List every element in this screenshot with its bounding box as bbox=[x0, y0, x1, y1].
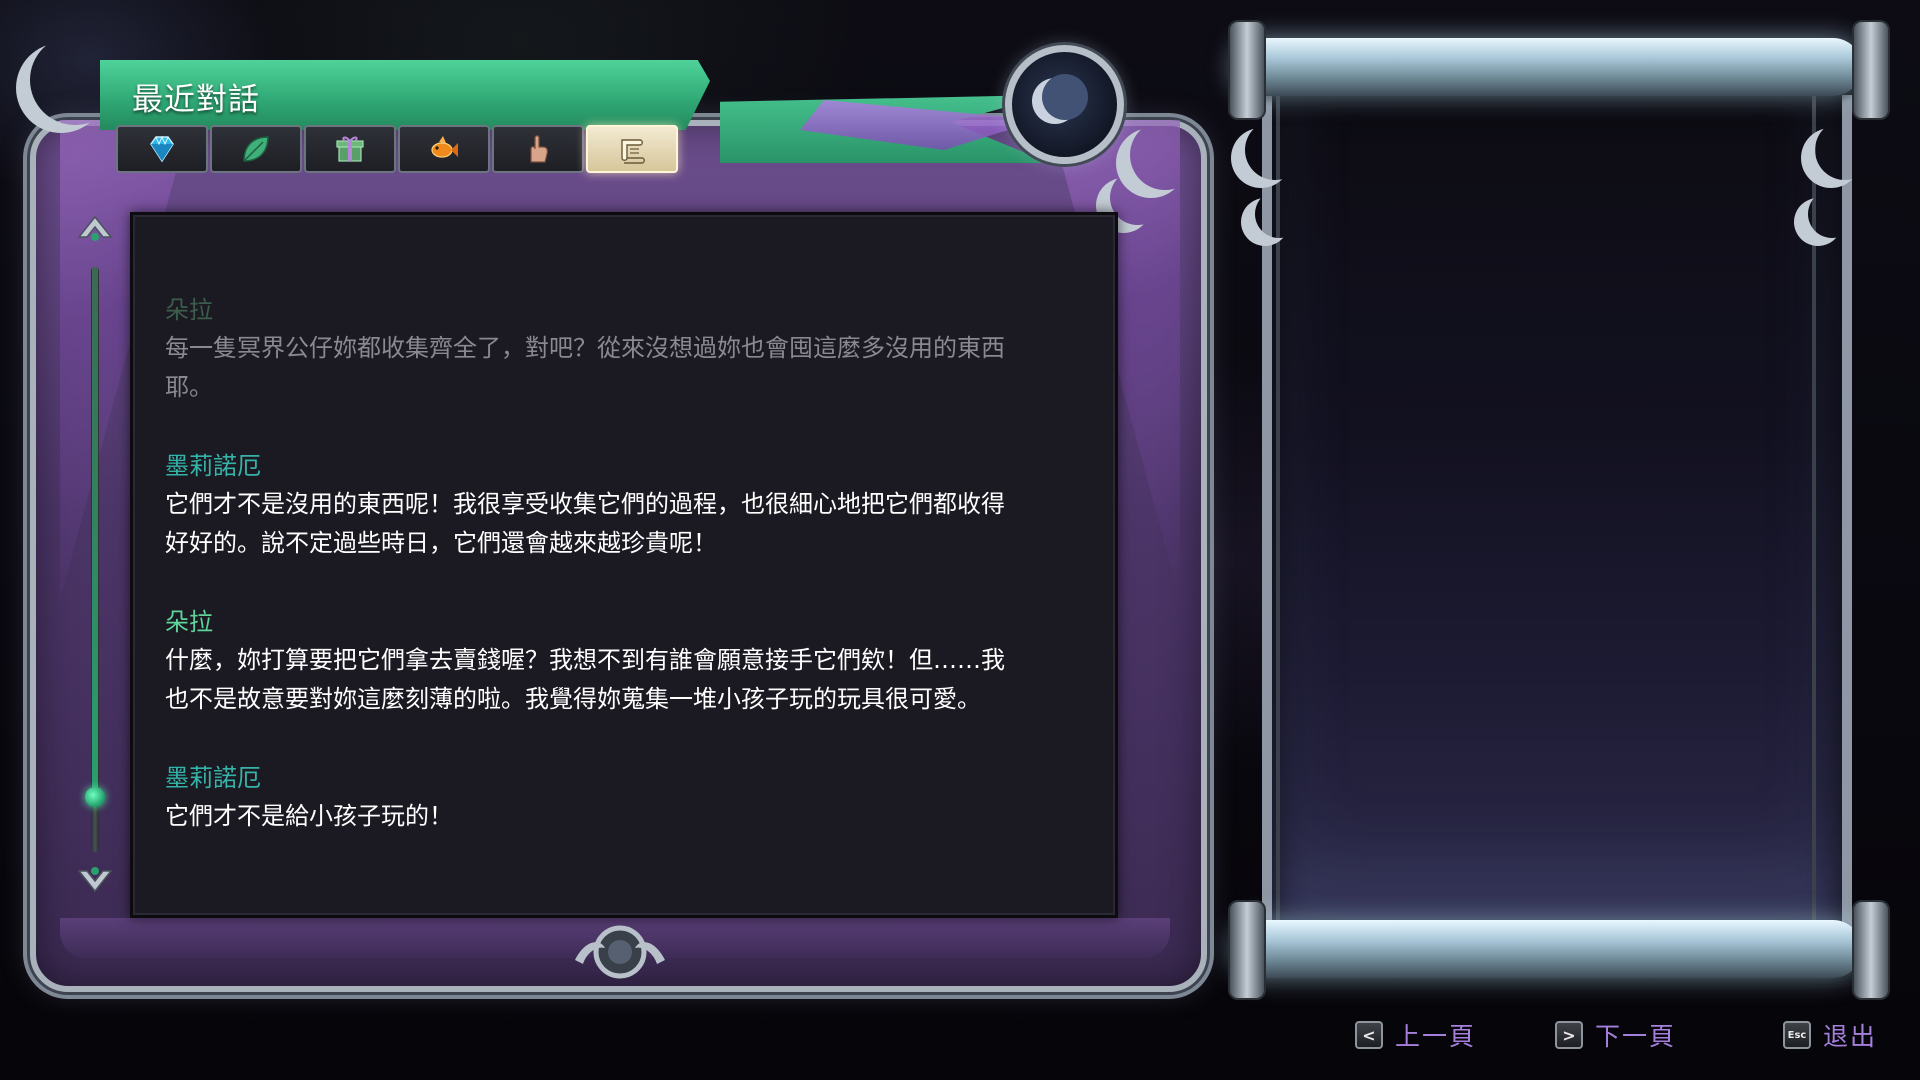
scroll-fill bbox=[92, 267, 98, 806]
dialogue-scrollbar[interactable] bbox=[70, 215, 120, 905]
speaker-name: 墨莉諾厄 bbox=[165, 764, 261, 792]
scroll-down-arrow-icon[interactable] bbox=[77, 863, 113, 893]
left-arrow-key-icon: < bbox=[1355, 1021, 1383, 1049]
rod-cap bbox=[1852, 900, 1890, 1000]
prev-page-label: 上一頁 bbox=[1395, 1022, 1477, 1051]
dialogue-line: 也不是故意要對妳這麼刻薄的啦。我覺得妳蒐集一堆小孩子玩的玩具很可愛。 bbox=[165, 685, 981, 713]
tab-fish[interactable] bbox=[398, 125, 490, 173]
scroll-rod-top bbox=[1232, 38, 1862, 96]
tab-leaf[interactable] bbox=[210, 125, 302, 173]
portrait-scroll-panel bbox=[1262, 95, 1852, 930]
rod-cap bbox=[1852, 20, 1890, 120]
dialogue-line: 好好的。說不定過些時日，它們還會越來越珍貴呢！ bbox=[165, 529, 717, 557]
esc-key-icon: Esc bbox=[1783, 1021, 1811, 1049]
next-page-label: 下一頁 bbox=[1595, 1022, 1677, 1051]
next-page-button[interactable]: > 下一頁 bbox=[1555, 1015, 1676, 1055]
crescent-ornament-icon bbox=[1245, 120, 1305, 180]
right-arrow-key-icon: > bbox=[1555, 1021, 1583, 1049]
game-screen: 最近對話 朵拉 每一隻冥界公仔妳都收集齊全了，對吧？從來沒想過妳也會囤這麼多沒用… bbox=[0, 0, 1920, 1080]
exit-label: 退出 bbox=[1823, 1022, 1878, 1051]
rod-cap bbox=[1228, 20, 1266, 120]
panel-title: 最近對話 bbox=[132, 82, 260, 118]
tab-scroll[interactable] bbox=[586, 125, 678, 173]
dialogue-entry: 墨莉諾厄 它們才不是沒用的東西呢！我很享受收集它們的過程，也很細心地把它們都收得… bbox=[165, 447, 1105, 563]
dialogue-line: 每一隻冥界公仔妳都收集齊全了，對吧？從來沒想過妳也會囤這麼多沒用的東西 bbox=[165, 334, 1005, 362]
crescent-ornament-icon bbox=[1255, 190, 1303, 238]
crescent-ornament-icon bbox=[1110, 170, 1165, 225]
tab-gem[interactable] bbox=[116, 125, 208, 173]
speaker-name: 朵拉 bbox=[165, 608, 213, 636]
scroll-icon bbox=[621, 139, 645, 164]
dialogue-entry: 朵拉 每一隻冥界公仔妳都收集齊全了，對吧？從來沒想過妳也會囤這麼多沒用的東西 耶… bbox=[165, 291, 1105, 407]
leaf-icon bbox=[243, 136, 269, 162]
dialogue-entry: 朵拉 什麼，妳打算要把它們拿去賣錢喔？我想不到有誰會願意接手它們欸！但……我 也… bbox=[165, 603, 1105, 719]
prev-page-button[interactable]: < 上一頁 bbox=[1355, 1015, 1476, 1055]
scroll-up-arrow-icon[interactable] bbox=[77, 215, 113, 245]
rod-cap bbox=[1228, 900, 1266, 1000]
dialogue-line: 什麼，妳打算要把它們拿去賣錢喔？我想不到有誰會願意接手它們欸！但……我 bbox=[165, 646, 1005, 674]
category-tabs bbox=[116, 125, 678, 177]
speaker-name: 朵拉 bbox=[165, 296, 213, 324]
scroll-track[interactable] bbox=[91, 267, 99, 852]
dialogue-line: 它們才不是給小孩子玩的！ bbox=[165, 802, 453, 830]
dialogue-line: 它們才不是沒用的東西呢！我很享受收集它們的過程，也很細心地把它們都收得 bbox=[165, 490, 1005, 518]
scroll-rod-bottom bbox=[1232, 920, 1862, 978]
tab-gift[interactable] bbox=[304, 125, 396, 173]
gift-icon bbox=[336, 136, 364, 162]
pointing-hand-icon bbox=[530, 135, 548, 163]
crescent-ornament-icon bbox=[1808, 190, 1856, 238]
tab-hand[interactable] bbox=[492, 125, 584, 173]
crescent-ornament-icon bbox=[1815, 120, 1875, 180]
crescent-moon-ornament-icon bbox=[575, 925, 665, 979]
speaker-name: 墨莉諾厄 bbox=[165, 452, 261, 480]
exit-button[interactable]: Esc 退出 bbox=[1783, 1015, 1877, 1055]
dialogue-log-panel[interactable]: 朵拉 每一隻冥界公仔妳都收集齊全了，對吧？從來沒想過妳也會囤這麼多沒用的東西 耶… bbox=[130, 212, 1118, 918]
fish-icon bbox=[431, 136, 458, 158]
dialogue-line: 耶。 bbox=[165, 373, 213, 401]
footer-controls: < 上一頁 > 下一頁 Esc 退出 bbox=[1355, 1015, 1895, 1055]
scroll-thumb[interactable] bbox=[85, 786, 105, 807]
gem-icon bbox=[150, 135, 174, 163]
dialogue-entry: 墨莉諾厄 它們才不是給小孩子玩的！ bbox=[165, 759, 1105, 836]
moon-icon bbox=[1005, 45, 1124, 164]
